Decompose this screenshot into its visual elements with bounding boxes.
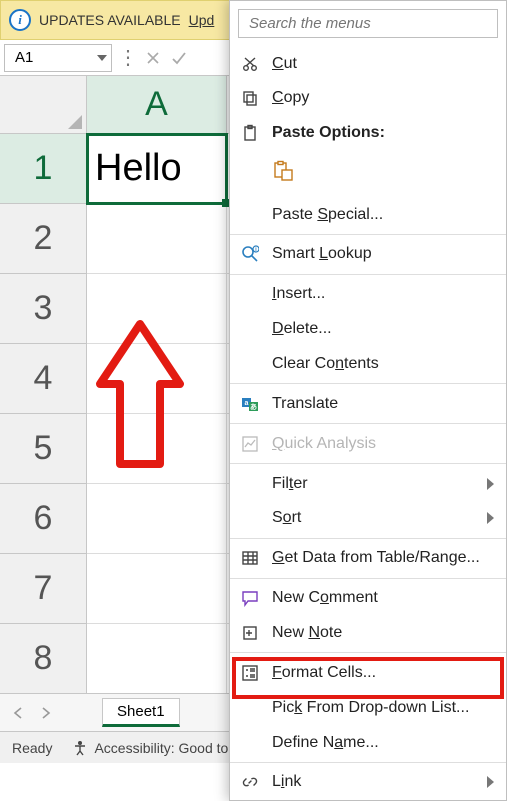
paste-option-default[interactable] xyxy=(230,151,506,197)
chevron-right-icon xyxy=(487,776,494,788)
menu-smart-lookup[interactable]: i Smart Lookup xyxy=(230,237,506,272)
cancel-icon[interactable] xyxy=(142,47,164,69)
menu-link[interactable]: Link xyxy=(230,765,506,800)
menu-format-cells[interactable]: Format Cells... xyxy=(230,655,506,690)
note-icon xyxy=(240,623,260,643)
chevron-right-icon xyxy=(487,478,494,490)
separator-icon: ⋮ xyxy=(118,45,138,70)
cell[interactable] xyxy=(87,274,227,344)
menu-translate[interactable]: aあ Translate xyxy=(230,386,506,421)
menu-paste-special[interactable]: Paste Special... xyxy=(230,197,506,232)
accessibility-status[interactable]: Accessibility: Good to go xyxy=(72,740,247,756)
cell-a1[interactable]: Hello xyxy=(87,134,227,204)
accessibility-icon xyxy=(72,740,88,756)
paste-default-icon xyxy=(272,160,294,187)
copy-icon xyxy=(240,88,260,108)
table-icon xyxy=(240,548,260,568)
menu-copy[interactable]: Copy xyxy=(230,81,506,116)
comment-icon xyxy=(240,588,260,608)
smart-lookup-icon: i xyxy=(240,244,260,264)
menu-filter[interactable]: Filter xyxy=(230,466,506,501)
cell[interactable] xyxy=(87,344,227,414)
row-header-7[interactable]: 7 xyxy=(0,554,87,624)
menu-pick-from-list[interactable]: Pick From Drop-down List... xyxy=(230,690,506,725)
menu-define-name[interactable]: Define Name... xyxy=(230,725,506,760)
row-header-2[interactable]: 2 xyxy=(0,204,87,274)
translate-icon: aあ xyxy=(240,394,260,414)
tab-nav-prev-icon[interactable] xyxy=(8,703,28,723)
menu-paste-options: Paste Options: xyxy=(230,116,506,151)
menu-get-data[interactable]: Get Data from Table/Range... xyxy=(230,541,506,576)
cell[interactable] xyxy=(87,554,227,624)
paste-icon xyxy=(240,123,260,143)
menu-delete[interactable]: Delete... xyxy=(230,312,506,347)
row-header-4[interactable]: 4 xyxy=(0,344,87,414)
menu-quick-analysis: Quick Analysis xyxy=(230,426,506,461)
info-icon: i xyxy=(9,9,31,31)
row-header-8[interactable]: 8 xyxy=(0,624,87,694)
menu-insert[interactable]: Insert... xyxy=(230,277,506,312)
status-ready: Ready xyxy=(12,740,52,756)
name-box-value: A1 xyxy=(15,49,33,66)
column-header-a[interactable]: A xyxy=(87,76,227,134)
cell[interactable] xyxy=(87,484,227,554)
cell[interactable] xyxy=(87,204,227,274)
row-header-5[interactable]: 5 xyxy=(0,414,87,484)
updates-link[interactable]: Upd xyxy=(189,12,215,28)
menu-new-comment[interactable]: New Comment xyxy=(230,581,506,616)
menu-search-input[interactable] xyxy=(238,9,498,38)
tab-nav-next-icon[interactable] xyxy=(36,703,56,723)
link-icon xyxy=(240,772,260,792)
enter-icon[interactable] xyxy=(168,47,190,69)
svg-text:a: a xyxy=(245,400,249,407)
row-header-1[interactable]: 1 xyxy=(0,134,87,204)
menu-cut[interactable]: Cut xyxy=(230,46,506,81)
menu-sort[interactable]: Sort xyxy=(230,501,506,536)
cell[interactable] xyxy=(87,414,227,484)
chevron-down-icon[interactable] xyxy=(97,55,107,61)
chevron-right-icon xyxy=(487,512,494,524)
format-cells-icon xyxy=(240,663,260,683)
select-all-corner[interactable] xyxy=(0,76,87,134)
svg-text:あ: あ xyxy=(250,402,257,411)
sheet-tab-sheet1[interactable]: Sheet1 xyxy=(102,698,180,727)
context-menu: Cut Copy Paste Options: Paste Special...… xyxy=(229,0,507,801)
cell[interactable] xyxy=(87,624,227,694)
formula-bar-controls: ⋮ xyxy=(118,45,190,70)
menu-clear-contents[interactable]: Clear Contents xyxy=(230,347,506,382)
updates-label: UPDATES AVAILABLE xyxy=(39,12,181,28)
cut-icon xyxy=(240,54,260,74)
name-box[interactable]: A1 xyxy=(4,44,112,72)
row-header-3[interactable]: 3 xyxy=(0,274,87,344)
row-header-6[interactable]: 6 xyxy=(0,484,87,554)
menu-new-note[interactable]: New Note xyxy=(230,616,506,651)
quick-analysis-icon xyxy=(240,434,260,454)
